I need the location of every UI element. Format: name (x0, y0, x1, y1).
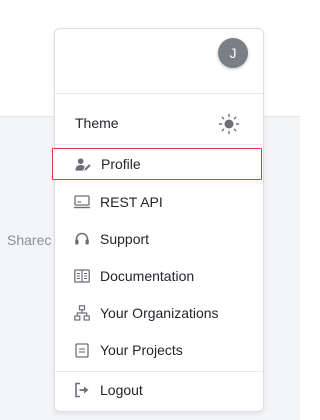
logout-icon (74, 382, 90, 398)
menu-item-label: Profile (101, 156, 141, 172)
avatar-initial: J (229, 45, 237, 61)
menu-divider (55, 371, 263, 372)
menu-item-label: REST API (100, 194, 163, 210)
book-icon (74, 268, 90, 284)
menu-item-label: Support (100, 231, 150, 247)
shared-label-partial: Sharec (7, 232, 52, 248)
menu-divider (55, 93, 263, 94)
menu-item-profile[interactable]: Profile (52, 148, 262, 180)
menu-item-label: Documentation (100, 268, 195, 284)
project-icon (74, 342, 90, 358)
menu-item-documentation[interactable]: Documentation (55, 260, 263, 292)
menu-item-label: Your Organizations (100, 305, 219, 321)
menu-item-support[interactable]: Support (55, 223, 263, 255)
user-edit-icon (75, 156, 91, 172)
theme-row: Theme (55, 105, 263, 141)
menu-divider (55, 144, 263, 145)
menu-item-your-organizations[interactable]: Your Organizations (55, 297, 263, 329)
menu-item-your-projects[interactable]: Your Projects (55, 334, 263, 366)
menu-item-rest-api[interactable]: REST API (55, 186, 263, 218)
sun-icon[interactable] (217, 112, 241, 136)
theme-label: Theme (75, 115, 119, 131)
org-chart-icon (74, 305, 90, 321)
user-dropdown-menu: J Theme Profile REST API Support Documen… (52, 28, 264, 412)
api-terminal-icon (74, 194, 90, 210)
headset-icon (74, 231, 90, 247)
menu-item-logout[interactable]: Logout (55, 374, 263, 406)
user-avatar[interactable]: J (218, 38, 248, 68)
menu-item-label: Your Projects (100, 342, 183, 358)
logout-label: Logout (100, 382, 143, 398)
